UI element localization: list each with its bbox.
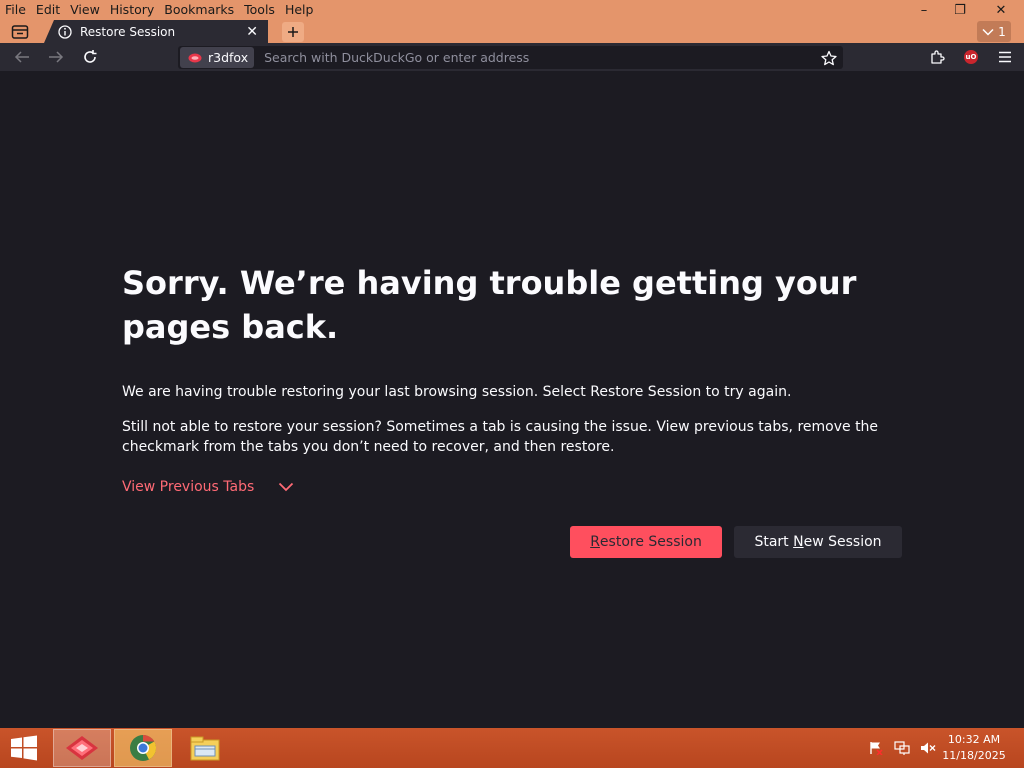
hamburger-menu-icon [999,51,1011,63]
title-bar: File Edit View History Bookmarks Tools H… [0,0,1024,43]
r3dfox-taskbar-icon [66,736,98,760]
start-new-session-accesskey: N [793,534,804,550]
chrome-taskbar-icon [130,734,157,761]
restore-session-label: estore Session [599,534,702,550]
tabs-count: 1 [998,24,1006,39]
menu-tools[interactable]: Tools [239,0,280,20]
clock-date: 11/18/2025 [942,749,1006,762]
help-text: Still not able to restore your session? … [122,419,879,455]
ublock-icon: uO [964,50,978,64]
taskbar: 10:32 AM 11/18/2025 [0,728,1024,768]
extensions-icon [931,50,945,64]
forward-arrow-icon [49,51,64,63]
view-previous-tabs-toggle[interactable]: View Previous Tabs [122,479,294,495]
taskbar-file-explorer[interactable] [176,729,234,767]
network-icon [894,741,910,755]
back-button[interactable] [8,45,36,69]
tab-title: Restore Session [80,24,176,39]
firefox-view-button[interactable] [9,22,31,42]
list-all-tabs-button[interactable]: 1 [977,21,1011,42]
action-center-flag-icon [870,742,883,755]
restore-button[interactable]: ❐ [942,0,978,20]
start-button[interactable] [8,734,40,762]
minimize-button[interactable]: – [906,0,942,20]
page-content: Sorry. We’re having trouble getting your… [0,71,1024,728]
extensions-button[interactable] [924,45,950,69]
clock-time: 10:32 AM [947,733,1001,746]
r3dfox-logo-icon [188,53,202,62]
navigation-toolbar: r3dfox uO [0,43,1024,71]
toolbar-right: uO [924,45,1018,69]
identity-label: r3dfox [208,50,249,65]
tab-strip: Restore Session ✕ [0,20,1024,43]
bookmark-star-icon [821,50,837,65]
network-button[interactable] [894,740,910,756]
view-previous-tabs-label: View Previous Tabs [122,479,255,495]
address-input[interactable] [264,50,805,65]
chevron-down-icon [982,28,994,36]
url-bar: r3dfox [178,46,843,69]
restore-session-button[interactable]: Restore Session [570,526,722,558]
menu-edit[interactable]: Edit [31,0,65,20]
forward-button[interactable] [42,45,70,69]
close-window-button[interactable]: ✕ [978,0,1024,20]
info-icon [58,24,72,39]
menu-file[interactable]: File [0,0,31,20]
description-text: We are having trouble restoring your las… [122,384,792,400]
start-new-session-label-b: ew Session [803,534,882,550]
windows-start-icon [11,735,37,761]
reload-button[interactable] [76,45,104,69]
menu-bookmarks[interactable]: Bookmarks [159,0,239,20]
new-tab-button[interactable] [282,22,304,42]
volume-button[interactable] [920,740,936,756]
reload-icon [84,50,97,63]
tab-restore-session[interactable]: Restore Session ✕ [44,20,268,43]
menu-history[interactable]: History [105,0,159,20]
menu-view[interactable]: View [65,0,105,20]
volume-muted-icon [921,742,936,754]
system-tray [868,740,936,756]
restore-session-accesskey: R [590,534,600,550]
file-explorer-icon [190,736,220,761]
start-new-session-label-a: Start [754,534,794,550]
menu-bar: File Edit View History Bookmarks Tools H… [0,0,318,20]
page-title: Sorry. We’re having trouble getting your… [122,264,857,346]
tab-list-icon [11,25,29,39]
chevron-down-icon [279,482,294,492]
taskbar-chrome[interactable] [114,729,172,767]
taskbar-clock[interactable]: 10:32 AM 11/18/2025 [938,732,1010,764]
tab-close-button[interactable]: ✕ [246,24,258,40]
ublock-button[interactable]: uO [958,45,984,69]
bookmark-button[interactable] [819,48,839,67]
taskbar-r3dfox[interactable] [53,729,111,767]
app-menu-button[interactable] [992,45,1018,69]
start-new-session-button[interactable]: Start New Session [734,526,902,558]
action-center-button[interactable] [868,740,884,756]
menu-help[interactable]: Help [280,0,319,20]
plus-icon [288,27,298,37]
window-controls: – ❐ ✕ [906,0,1024,20]
identity-box[interactable]: r3dfox [180,47,255,68]
back-arrow-icon [14,51,29,63]
